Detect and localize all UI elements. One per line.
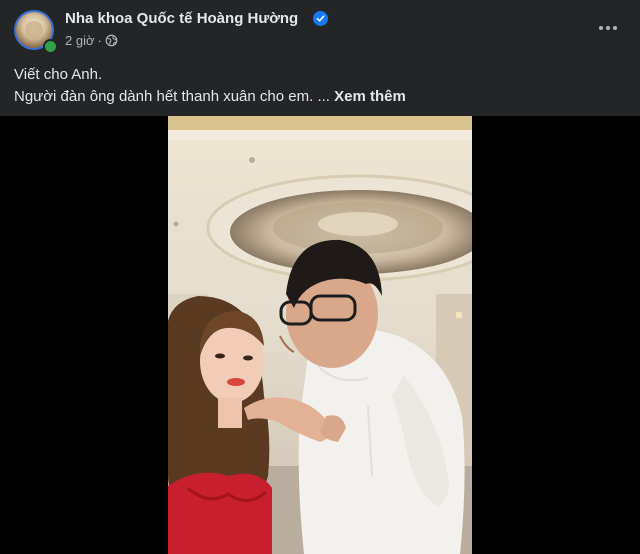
see-more-link[interactable]: Xem thêm <box>334 88 406 105</box>
caption-line-2: Người đàn ông dành hết thanh xuân cho em… <box>14 88 314 105</box>
post-timestamp[interactable]: 2 giờ <box>65 33 95 48</box>
post-video[interactable] <box>168 116 472 554</box>
caption-ellipsis: ... <box>317 88 330 105</box>
online-status-dot <box>43 39 58 54</box>
video-container <box>0 116 640 554</box>
more-options-icon[interactable] <box>596 20 620 36</box>
page-name-link[interactable]: Nha khoa Quốc tế Hoàng Hường <box>65 10 298 27</box>
caption-line-1: Viết cho Anh. <box>14 66 103 83</box>
post-meta: 2 giờ · <box>65 33 118 48</box>
post-header: Nha khoa Quốc tế Hoàng Hường 2 giờ · Viế… <box>0 0 640 116</box>
post-caption: Viết cho Anh. Người đàn ông dành hết tha… <box>14 64 406 108</box>
globe-icon[interactable] <box>105 34 118 47</box>
meta-separator: · <box>97 33 102 48</box>
verified-badge-icon <box>313 11 328 26</box>
